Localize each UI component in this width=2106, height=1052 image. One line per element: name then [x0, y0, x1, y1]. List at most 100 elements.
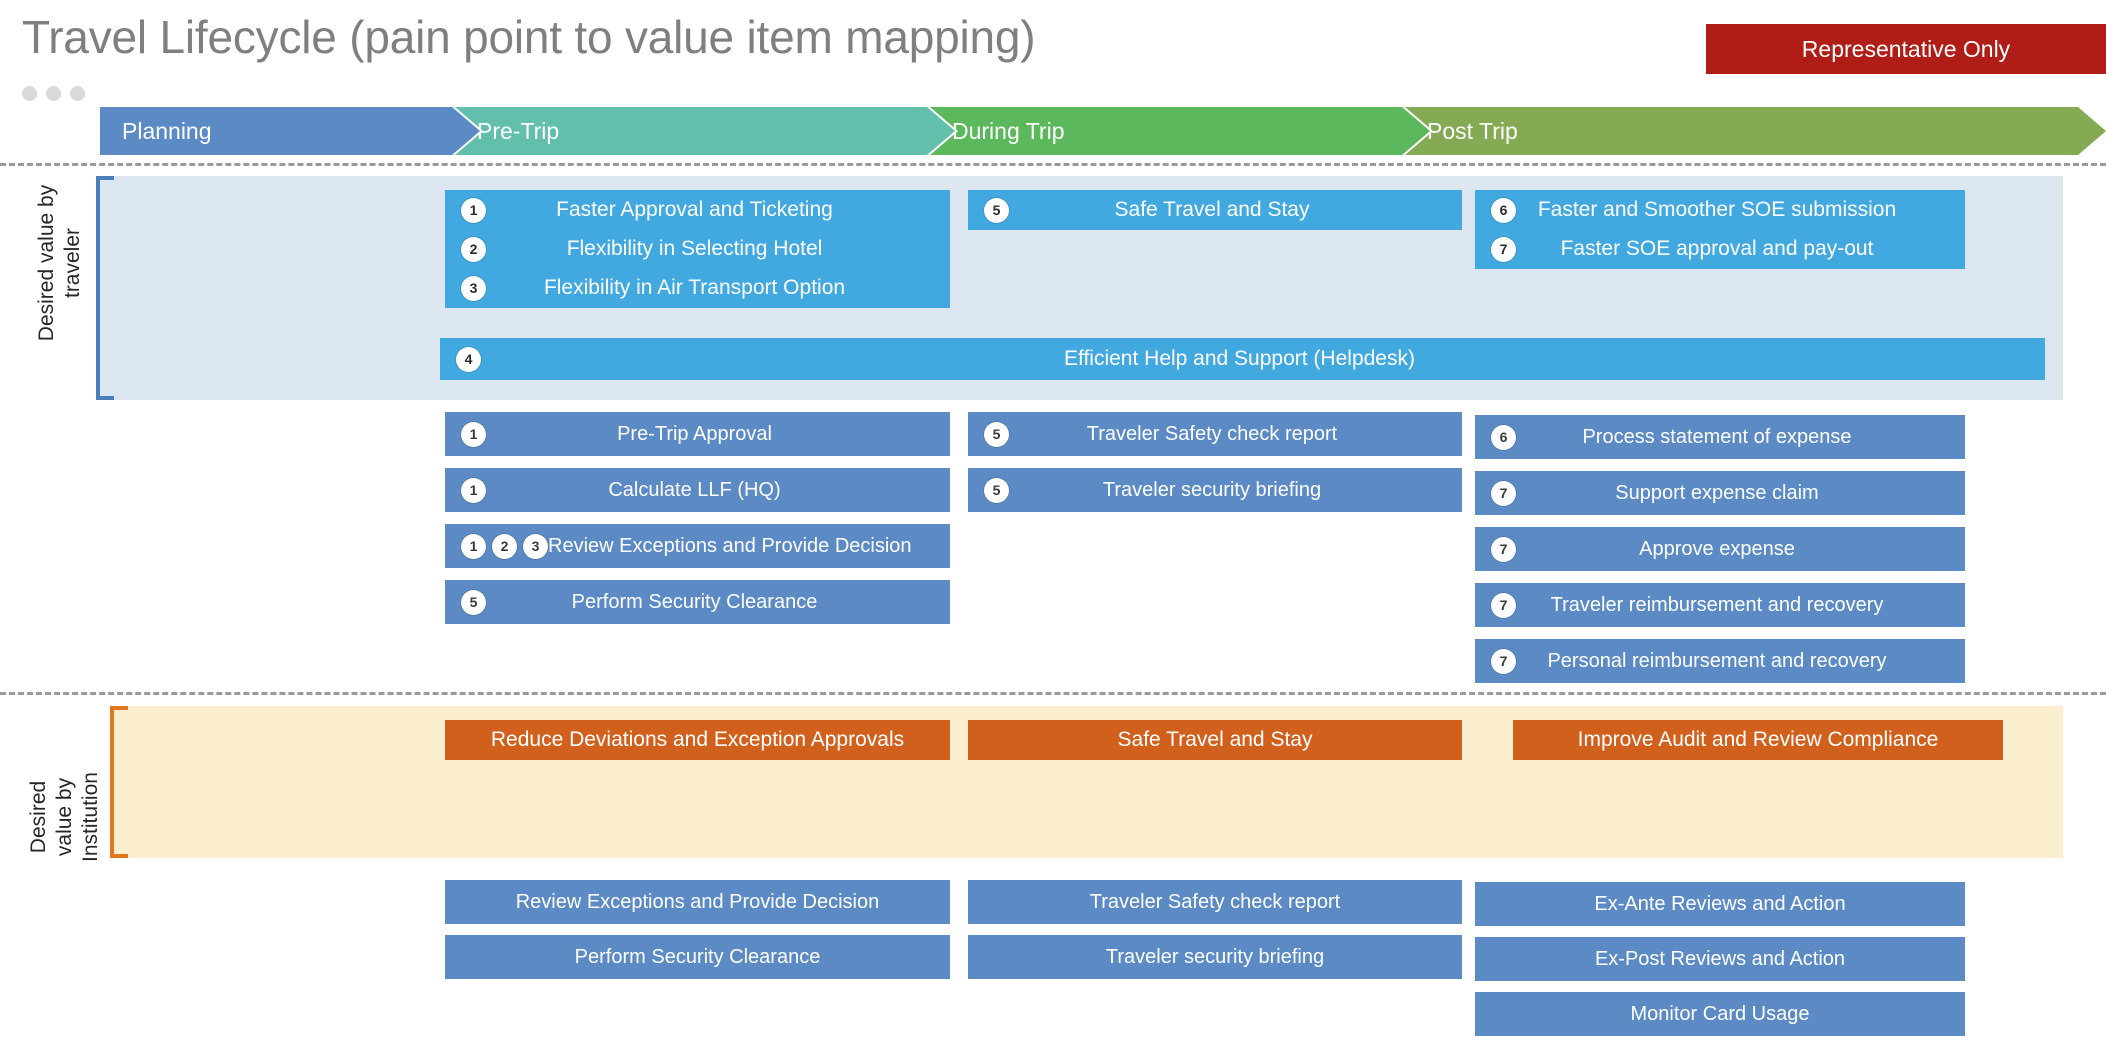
- badge-group: 5: [968, 477, 1009, 503]
- badge-group: 6: [1475, 197, 1516, 223]
- pain-point-number-badge: 2: [492, 533, 517, 559]
- traveler-process-post-4-label: Personal reimbursement and recovery: [1547, 649, 1887, 672]
- section-label-institution-line2: value by: [53, 777, 76, 857]
- pain-point-number-badge: 1: [461, 477, 486, 503]
- traveler-value-during-0[interactable]: 5 Safe Travel and Stay: [968, 190, 1462, 230]
- badge-group: 5: [445, 589, 486, 615]
- pain-point-number-badge: 3: [461, 275, 486, 301]
- traveler-value-helpdesk[interactable]: 4 Efficient Help and Support (Helpdesk): [440, 338, 2045, 380]
- slide-dots-icon: [22, 86, 85, 101]
- badge-group: 6: [1475, 424, 1516, 450]
- badge-group: 1: [445, 477, 486, 503]
- traveler-process-pretrip-0-label: Pre-Trip Approval: [617, 422, 772, 445]
- traveler-value-helpdesk-label: Efficient Help and Support (Helpdesk): [1064, 347, 1415, 370]
- pain-point-number-badge: 6: [1491, 197, 1516, 223]
- pain-point-number-badge: 1: [461, 197, 486, 223]
- institution-process-post-2[interactable]: Monitor Card Usage: [1475, 992, 1965, 1036]
- pain-point-number-badge: 6: [1491, 424, 1516, 450]
- institution-value-post-0-label: Improve Audit and Review Compliance: [1577, 728, 1939, 751]
- traveler-value-pretrip-2[interactable]: 3 Flexibility in Air Transport Option: [445, 268, 950, 308]
- traveler-process-post-4[interactable]: 7 Personal reimbursement and recovery: [1475, 639, 1965, 683]
- institution-value-during-0-label: Safe Travel and Stay: [1117, 728, 1313, 751]
- traveler-process-pretrip-1-label: Calculate LLF (HQ): [608, 478, 781, 501]
- traveler-process-post-1-label: Support expense claim: [1615, 481, 1819, 504]
- section-label-institution-line1: Desired: [27, 780, 50, 854]
- traveler-process-post-2-label: Approve expense: [1639, 537, 1795, 560]
- institution-process-post-0[interactable]: Ex-Ante Reviews and Action: [1475, 882, 1965, 926]
- pain-point-number-badge: 1: [461, 421, 486, 447]
- traveler-value-during-0-label: Safe Travel and Stay: [1114, 198, 1310, 221]
- institution-process-pretrip-0[interactable]: Review Exceptions and Provide Decision: [445, 880, 950, 924]
- traveler-process-pretrip-1[interactable]: 1 Calculate LLF (HQ): [445, 468, 950, 512]
- section-label-institution: Desired value by Institution: [26, 722, 104, 912]
- institution-value-post-0[interactable]: Improve Audit and Review Compliance: [1513, 720, 2003, 760]
- phase-chevron-pre-trip[interactable]: Pre-Trip: [455, 107, 955, 155]
- pain-point-number-badge: 7: [1491, 236, 1516, 262]
- institution-process-during-0[interactable]: Traveler Safety check report: [968, 880, 1462, 924]
- traveler-process-post-0[interactable]: 6 Process statement of expense: [1475, 415, 1965, 459]
- badge-group: 7: [1475, 536, 1516, 562]
- institution-value-pretrip-0[interactable]: Reduce Deviations and Exception Approval…: [445, 720, 950, 760]
- institution-process-during-1[interactable]: Traveler security briefing: [968, 935, 1462, 979]
- institution-value-during-0[interactable]: Safe Travel and Stay: [968, 720, 1462, 760]
- phase-chevron-post-trip[interactable]: Post Trip: [1405, 107, 2106, 155]
- traveler-process-pretrip-3-label: Perform Security Clearance: [571, 590, 818, 613]
- traveler-process-pretrip-2[interactable]: 1 2 3 Review Exceptions and Provide Decisio…: [445, 524, 950, 568]
- pain-point-number-badge: 5: [461, 589, 486, 615]
- section-label-traveler: Desired value by traveler: [34, 163, 86, 363]
- institution-process-pretrip-1-label: Perform Security Clearance: [574, 945, 821, 968]
- badge-group: 1: [445, 421, 486, 447]
- traveler-value-pretrip-0-label: Faster Approval and Ticketing: [556, 198, 833, 221]
- badge-group: 5: [968, 421, 1009, 447]
- page-title: Travel Lifecycle (pain point to value it…: [22, 11, 1036, 63]
- badge-group: 7: [1475, 480, 1516, 506]
- traveler-process-post-1[interactable]: 7 Support expense claim: [1475, 471, 1965, 515]
- pain-point-number-badge: 7: [1491, 536, 1516, 562]
- traveler-process-pretrip-3[interactable]: 5 Perform Security Clearance: [445, 580, 950, 624]
- badge-group: 7: [1475, 592, 1516, 618]
- traveler-process-post-3[interactable]: 7 Traveler reimbursement and recovery: [1475, 583, 1965, 627]
- institution-process-during-0-label: Traveler Safety check report: [1089, 890, 1341, 913]
- traveler-value-post-0-label: Faster and Smoother SOE submission: [1537, 198, 1897, 221]
- slide-canvas: Travel Lifecycle (pain point to value it…: [0, 0, 2106, 1052]
- institution-process-pretrip-0-label: Review Exceptions and Provide Decision: [515, 890, 880, 913]
- badge-group: 5: [968, 197, 1009, 223]
- traveler-process-during-1[interactable]: 5 Traveler security briefing: [968, 468, 1462, 512]
- badge-group: 4: [440, 346, 481, 372]
- traveler-process-post-0-label: Process statement of expense: [1582, 425, 1852, 448]
- traveler-process-during-0[interactable]: 5 Traveler Safety check report: [968, 412, 1462, 456]
- institution-process-during-1-label: Traveler security briefing: [1105, 945, 1325, 968]
- phase-chevron-planning[interactable]: Planning: [100, 107, 480, 155]
- pain-point-number-badge: 7: [1491, 648, 1516, 674]
- badge-group: 7: [1475, 648, 1516, 674]
- badge-group: 7: [1475, 236, 1516, 262]
- traveler-value-pretrip-0[interactable]: 1 Faster Approval and Ticketing: [445, 190, 950, 230]
- section-label-institution-line3: Institution: [79, 772, 102, 862]
- institution-process-post-2-label: Monitor Card Usage: [1630, 1002, 1810, 1025]
- traveler-value-pretrip-1[interactable]: 2 Flexibility in Selecting Hotel: [445, 229, 950, 269]
- traveler-value-pretrip-1-label: Flexibility in Selecting Hotel: [566, 237, 823, 260]
- pain-point-number-badge: 5: [984, 477, 1009, 503]
- badge-group: 3: [445, 275, 486, 301]
- institution-process-post-1[interactable]: Ex-Post Reviews and Action: [1475, 937, 1965, 981]
- traveler-value-post-1[interactable]: 7 Faster SOE approval and pay-out: [1475, 229, 1965, 269]
- phase-chevron-during-trip[interactable]: During Trip: [930, 107, 1430, 155]
- pain-point-number-badge: 1: [461, 533, 486, 559]
- pain-point-number-badge: 2: [461, 236, 486, 262]
- institution-value-pretrip-0-label: Reduce Deviations and Exception Approval…: [490, 728, 905, 751]
- section-label-traveler-line2: traveler: [61, 227, 84, 299]
- traveler-process-post-2[interactable]: 7 Approve expense: [1475, 527, 1965, 571]
- traveler-value-pretrip-2-label: Flexibility in Air Transport Option: [543, 276, 846, 299]
- traveler-value-post-0[interactable]: 6 Faster and Smoother SOE submission: [1475, 190, 1965, 230]
- institution-process-pretrip-1[interactable]: Perform Security Clearance: [445, 935, 950, 979]
- pain-point-number-badge: 7: [1491, 592, 1516, 618]
- badge-group: 1: [445, 197, 486, 223]
- pain-point-number-badge: 5: [984, 421, 1009, 447]
- bracket-traveler: [96, 176, 114, 400]
- pain-point-number-badge: 5: [984, 197, 1009, 223]
- pain-point-number-badge: 4: [456, 346, 481, 372]
- badge-group: 123: [445, 533, 548, 559]
- traveler-process-during-1-label: Traveler security briefing: [1102, 478, 1322, 501]
- status-badge: Representative Only: [1706, 24, 2106, 74]
- traveler-process-pretrip-0[interactable]: 1 Pre-Trip Approval: [445, 412, 950, 456]
